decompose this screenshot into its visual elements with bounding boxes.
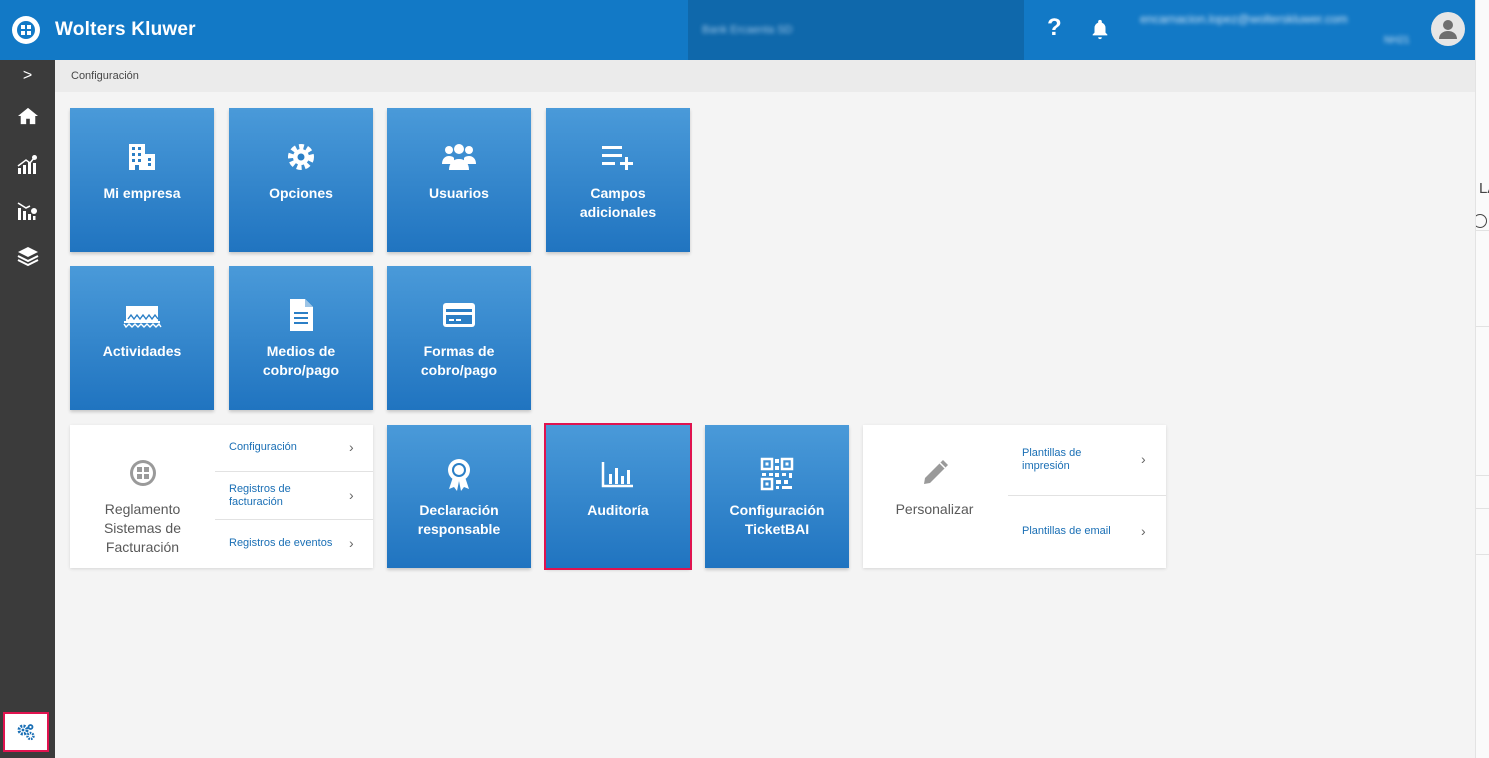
- users-group-icon: [387, 140, 531, 174]
- chevron-right-icon[interactable]: ›: [349, 487, 354, 503]
- activities-icon: [70, 298, 214, 332]
- document-icon: [229, 298, 373, 332]
- card-title: Reglamento Sistemas de Facturación: [80, 500, 205, 557]
- sidebar: >: [0, 60, 55, 758]
- link-configuracion[interactable]: Configuración: [229, 441, 297, 454]
- tile-label: Auditoría: [587, 502, 649, 518]
- tile-label: Usuarios: [429, 185, 489, 201]
- tile-opciones[interactable]: Opciones: [229, 108, 373, 252]
- company-selector[interactable]: Bank Ercaenta SD: [688, 0, 1024, 60]
- tile-medios-cobro-pago[interactable]: Medios de cobro/pago: [229, 266, 373, 410]
- analytics-icon[interactable]: [0, 190, 55, 230]
- link-registros-facturacion[interactable]: Registros de facturación: [229, 483, 291, 509]
- wolters-kluwer-logo-icon: [129, 459, 157, 492]
- tile-label-line: adicionales: [579, 204, 657, 220]
- edge-divider: [1476, 475, 1489, 476]
- edge-divider: [1476, 326, 1489, 327]
- user-email[interactable]: encarnacion.lopez@wolterskluwer.com: [1140, 12, 1348, 26]
- edge-divider: [1476, 230, 1489, 231]
- building-icon: [70, 140, 214, 174]
- tile-label-line: Formas de: [423, 343, 495, 359]
- background-window-edge: LA: [1475, 0, 1489, 758]
- chevron-right-icon[interactable]: ›: [349, 439, 354, 455]
- tile-label-line: cobro/pago: [420, 362, 498, 378]
- tile-label: Medios de cobro/pago: [235, 342, 367, 380]
- tile-label-line: TicketBAI: [744, 521, 810, 537]
- dashboard-chart-icon[interactable]: [0, 144, 55, 184]
- tile-usuarios[interactable]: Usuarios: [387, 108, 531, 252]
- card-title-line: Reglamento: [104, 501, 181, 517]
- edge-text: LA: [1479, 180, 1489, 197]
- tile-configuracion-ticketbai[interactable]: Configuración TicketBAI: [705, 425, 849, 568]
- tile-label: Opciones: [269, 185, 333, 201]
- qr-code-icon: [705, 457, 849, 491]
- tile-mi-empresa[interactable]: Mi empresa: [70, 108, 214, 252]
- tile-label: Configuración TicketBAI: [711, 501, 843, 539]
- chevron-right-icon[interactable]: ›: [1141, 523, 1146, 539]
- chevron-right-icon[interactable]: ›: [349, 535, 354, 551]
- sidebar-expand-icon[interactable]: >: [0, 60, 55, 92]
- award-ribbon-icon: [387, 457, 531, 491]
- notifications-bell-icon[interactable]: [1089, 18, 1111, 45]
- brand-name: Wolters Kluwer: [55, 19, 196, 40]
- tile-formas-cobro-pago[interactable]: Formas de cobro/pago: [387, 266, 531, 410]
- link-plantillas-impresion[interactable]: Plantillas de impresión: [1022, 447, 1081, 473]
- chevron-right-icon[interactable]: ›: [1141, 451, 1146, 467]
- bar-chart-icon: [546, 457, 690, 491]
- wolters-kluwer-logo-icon[interactable]: [12, 16, 40, 44]
- card-title-line: Facturación: [105, 539, 180, 555]
- gear-icon: [229, 140, 373, 174]
- card-reglamento-sistemas-facturacion: Reglamento Sistemas de Facturación Confi…: [70, 425, 373, 568]
- tile-label: Formas de cobro/pago: [393, 342, 525, 380]
- divider: [1008, 495, 1166, 496]
- card-personalizar: Personalizar Plantillas de impresión › P…: [863, 425, 1166, 568]
- list-add-icon: [546, 140, 690, 174]
- help-icon[interactable]: ?: [1047, 14, 1062, 42]
- card-title: Personalizar: [895, 501, 974, 517]
- tile-label-line: Campos: [590, 185, 646, 201]
- tile-declaracion-responsable[interactable]: Declaración responsable: [387, 425, 531, 568]
- settings-gears-icon[interactable]: [3, 712, 49, 752]
- user-subtitle: NH21: [1384, 35, 1410, 46]
- tile-auditoria[interactable]: Auditoría: [544, 423, 692, 570]
- edge-divider: [1476, 508, 1489, 509]
- pencil-icon: [919, 457, 951, 494]
- tile-label-line: responsable: [417, 521, 501, 537]
- link-plantillas-email[interactable]: Plantillas de email: [1022, 525, 1111, 538]
- tile-campos-adicionales[interactable]: Campos adicionales: [546, 108, 690, 252]
- tile-label-line: cobro/pago: [262, 362, 340, 378]
- top-bar: Wolters Kluwer Bank Ercaenta SD ? encarn…: [0, 0, 1475, 60]
- breadcrumb: Configuración: [55, 60, 1475, 92]
- tile-label: Actividades: [102, 343, 182, 359]
- company-name: Bank Ercaenta SD: [702, 24, 793, 36]
- tile-label: Mi empresa: [103, 185, 181, 201]
- link-line: Plantillas de: [1022, 447, 1082, 459]
- user-avatar[interactable]: [1431, 12, 1465, 46]
- breadcrumb-current: Configuración: [71, 70, 139, 82]
- link-line: impresión: [1022, 460, 1070, 472]
- link-registros-eventos[interactable]: Registros de eventos: [229, 537, 332, 550]
- divider: [215, 471, 373, 472]
- link-line: facturación: [229, 496, 283, 508]
- divider: [215, 519, 373, 520]
- tile-label-line: Declaración: [419, 502, 499, 518]
- tile-label: Declaración responsable: [393, 501, 525, 539]
- credit-card-icon: [387, 298, 531, 332]
- tile-actividades[interactable]: Actividades: [70, 266, 214, 410]
- tile-label: Campos adicionales: [552, 184, 684, 222]
- link-line: Registros de: [229, 483, 291, 495]
- tile-label-line: Configuración: [729, 502, 825, 518]
- edge-divider: [1476, 554, 1489, 555]
- tile-label-line: Medios de: [266, 343, 336, 359]
- home-icon[interactable]: [0, 96, 55, 136]
- edge-clock-icon: [1476, 214, 1487, 228]
- layers-icon[interactable]: [0, 236, 55, 276]
- card-title-line: Sistemas de: [103, 520, 182, 536]
